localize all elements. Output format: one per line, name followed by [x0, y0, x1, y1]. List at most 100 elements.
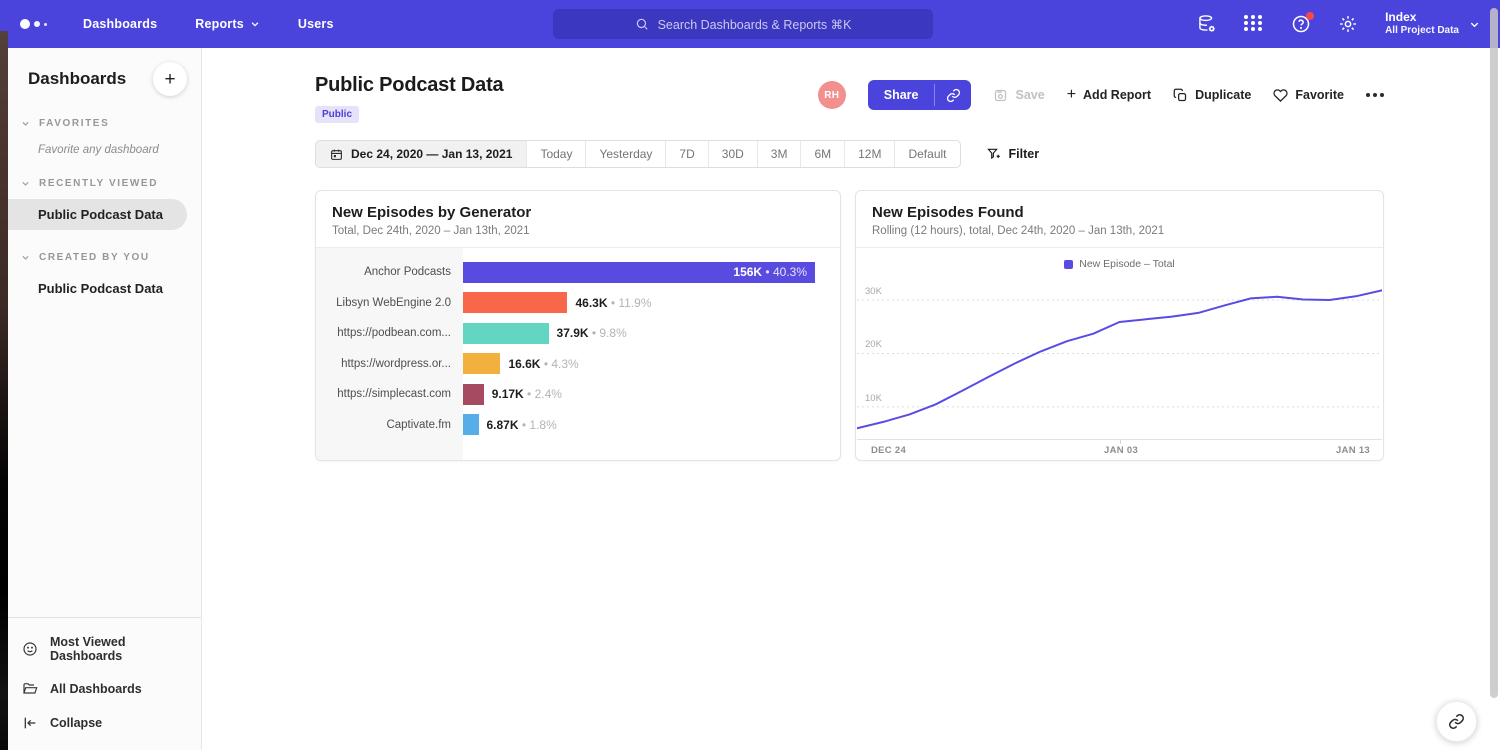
date-preset-yesterday[interactable]: Yesterday — [585, 141, 665, 167]
add-report-label: Add Report — [1083, 88, 1151, 102]
filter-funnel-icon — [987, 147, 1001, 161]
section-label: CREATED BY YOU — [39, 252, 150, 263]
app-logo[interactable] — [20, 19, 47, 29]
duplicate-button[interactable]: Duplicate — [1173, 88, 1251, 103]
duplicate-icon — [1173, 88, 1188, 103]
main-content: Public Podcast Data Public RH Share — [202, 48, 1500, 750]
bar-category-label: Captivate.fm — [316, 410, 463, 441]
share-button[interactable]: Share — [868, 80, 935, 110]
bar-segment[interactable]: 156K • 40.3% — [463, 262, 815, 283]
bar-percent: 2.4% — [535, 387, 562, 401]
date-preset-7d[interactable]: 7D — [665, 141, 707, 167]
collapse-sidebar-button[interactable]: Collapse — [8, 706, 201, 740]
section-header-created-by-you[interactable]: CREATED BY YOU — [8, 252, 201, 263]
add-report-button[interactable]: + Add Report — [1067, 87, 1151, 103]
search-icon — [635, 17, 649, 31]
chevron-down-icon — [21, 119, 30, 128]
date-presets: TodayYesterday7D30D3M6M12MDefault — [526, 141, 959, 167]
bar-value-label: 6.87K • 1.8% — [487, 418, 557, 432]
sidebar-title: Dashboards — [28, 69, 126, 89]
date-preset-3m[interactable]: 3M — [757, 141, 801, 167]
save-icon — [993, 88, 1008, 103]
help-icon[interactable] — [1291, 14, 1311, 34]
chart-card-new-episodes-found: New Episodes Found Rolling (12 hours), t… — [855, 190, 1384, 461]
nav-item-dashboards[interactable]: Dashboards — [83, 17, 157, 31]
bar-category-label: https://wordpress.or... — [316, 349, 463, 380]
date-range-picker[interactable]: Dec 24, 2020 — Jan 13, 2021 — [316, 141, 526, 167]
bar-segment[interactable] — [463, 323, 549, 344]
data-sources-icon[interactable] — [1197, 14, 1217, 34]
bar-segment[interactable] — [463, 414, 479, 435]
favorite-button[interactable]: Favorite — [1273, 88, 1344, 103]
chevron-down-icon — [21, 179, 30, 188]
bar-category-label: https://simplecast.com — [316, 379, 463, 410]
sidebar-item-public-podcast-data[interactable]: Public Podcast Data — [8, 273, 187, 304]
footer-item-label: Collapse — [50, 716, 102, 730]
filter-button[interactable]: Filter — [987, 147, 1040, 161]
line-series — [857, 290, 1382, 428]
bar-value: 156K — [733, 265, 762, 279]
save-button[interactable]: Save — [993, 88, 1044, 103]
filter-label: Filter — [1009, 147, 1040, 161]
sidebar-section-favorites: FAVORITES Favorite any dashboard — [8, 118, 201, 156]
logo-dot — [34, 21, 40, 27]
bar-category-label: Anchor Podcasts — [316, 257, 463, 288]
bar-bullet: • — [524, 387, 535, 401]
floating-share-link-button[interactable] — [1436, 701, 1477, 742]
bar-row: 46.3K • 11.9% — [463, 288, 815, 319]
add-dashboard-button[interactable]: + — [153, 62, 187, 96]
page-scrollbar[interactable] — [1490, 8, 1498, 698]
bar-bullet: • — [540, 357, 551, 371]
bar-value: 46.3K — [575, 296, 607, 310]
bar-chart-plot: 156K • 40.3% 46.3K • 11.9% 37.9K • 9.8% 16.… — [463, 248, 840, 460]
nav-item-reports[interactable]: Reports — [195, 17, 260, 31]
nav-item-users[interactable]: Users — [298, 17, 334, 31]
date-preset-default[interactable]: Default — [894, 141, 959, 167]
apps-grid-icon[interactable] — [1244, 14, 1264, 34]
bar-value-label: 37.9K • 9.8% — [557, 326, 627, 340]
bar-segment[interactable] — [463, 292, 567, 313]
sidebar: Dashboards + FAVORITES Favorite any dash… — [8, 48, 202, 750]
duplicate-label: Duplicate — [1195, 88, 1251, 102]
nav-menu: Dashboards Reports Users — [83, 17, 334, 31]
date-preset-30d[interactable]: 30D — [708, 141, 757, 167]
bar-value-label: 156K • 40.3% — [733, 262, 807, 283]
avatar[interactable]: RH — [818, 81, 846, 109]
section-header-favorites[interactable]: FAVORITES — [8, 118, 201, 129]
date-preset-12m[interactable]: 12M — [844, 141, 894, 167]
date-preset-6m[interactable]: 6M — [800, 141, 844, 167]
chart-subtitle: Total, Dec 24th, 2020 – Jan 13th, 2021 — [332, 225, 824, 237]
bar-value: 16.6K — [508, 357, 540, 371]
legend-swatch — [1064, 260, 1073, 269]
plus-icon: + — [1067, 87, 1076, 103]
bar-percent: 40.3% — [773, 265, 807, 279]
most-viewed-dashboards-button[interactable]: Most Viewed Dashboards — [8, 626, 201, 672]
footer-item-label: Most Viewed Dashboards — [50, 635, 187, 663]
workspace-selector[interactable]: Index All Project Data — [1385, 10, 1480, 38]
workspace-name: Index — [1385, 10, 1459, 25]
section-header-recently-viewed[interactable]: RECENTLY VIEWED — [8, 178, 201, 189]
bar-segment[interactable] — [463, 353, 500, 374]
line-xaxis: DEC 24JAN 03JAN 13 — [857, 439, 1382, 460]
bar-category-label: Libsyn WebEngine 2.0 — [316, 288, 463, 319]
bar-value-label: 46.3K • 11.9% — [575, 296, 651, 310]
bar-bullet: • — [519, 418, 530, 432]
share-link-button[interactable] — [935, 80, 971, 110]
bar-value: 6.87K — [487, 418, 519, 432]
chart-subtitle: Rolling (12 hours), total, Dec 24th, 202… — [872, 225, 1367, 237]
more-options-button[interactable] — [1366, 89, 1384, 101]
all-dashboards-button[interactable]: All Dashboards — [8, 672, 201, 706]
bar-row: 9.17K • 2.4% — [463, 379, 815, 410]
sidebar-item-public-podcast-data[interactable]: Public Podcast Data — [8, 199, 187, 230]
bar-segment[interactable] — [463, 384, 484, 405]
y-axis-tick-label: 30K — [865, 286, 882, 297]
section-label: RECENTLY VIEWED — [39, 178, 158, 189]
date-preset-today[interactable]: Today — [526, 141, 585, 167]
notification-badge — [1306, 12, 1314, 20]
section-label: FAVORITES — [39, 118, 109, 129]
settings-gear-icon[interactable] — [1338, 14, 1358, 34]
title-block: Public Podcast Data Public — [315, 74, 503, 123]
chart-legend: New Episode – Total — [856, 256, 1383, 272]
search-input[interactable]: Search Dashboards & Reports ⌘K — [553, 9, 933, 39]
page-title: Public Podcast Data — [315, 74, 503, 97]
